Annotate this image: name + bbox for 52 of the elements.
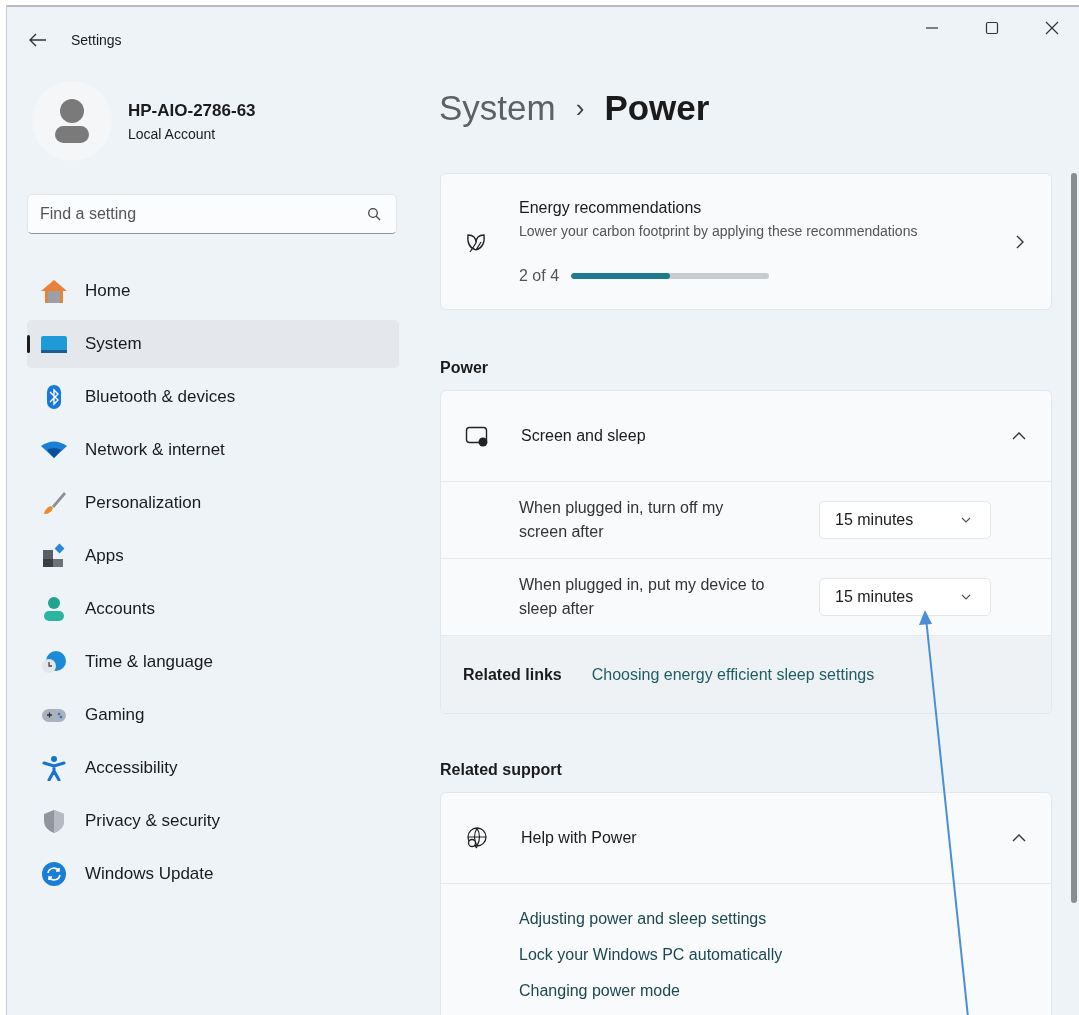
group-header[interactable]: Screen and sleep [441, 391, 1051, 482]
window-title: Settings [71, 32, 122, 48]
dropdown[interactable]: 15 minutes [819, 501, 991, 539]
close-icon[interactable] [1045, 21, 1059, 35]
help-link[interactable]: Lock your Windows PC automatically [519, 946, 1051, 964]
account-name: HP-AIO-2786-63 [128, 100, 256, 121]
breadcrumb-parent[interactable]: System [439, 88, 556, 128]
sidebar-item[interactable]: Windows Update [27, 850, 399, 898]
update-icon [39, 861, 69, 887]
sidebar-item[interactable]: Time & language [27, 638, 399, 686]
globe-clock-icon [39, 649, 69, 675]
section-heading: Related support [440, 761, 563, 779]
breadcrumb-separator: › [575, 92, 585, 124]
sidebar-item[interactable]: Bluetooth & devices [27, 373, 399, 421]
chevron-up-icon [1011, 833, 1027, 843]
sidebar-item[interactable]: Accessibility [27, 744, 399, 792]
group-header[interactable]: Help with Power [441, 793, 1051, 884]
progress-text: 2 of 4 [519, 266, 560, 285]
house-icon [39, 278, 69, 304]
help-link[interactable]: Changing power mode [519, 982, 1051, 1000]
sidebar-item[interactable]: Privacy & security [27, 797, 399, 845]
search-field[interactable]: Find a setting [27, 194, 397, 234]
avatar-icon [32, 81, 112, 161]
sidebar-item[interactable]: Apps [27, 532, 399, 580]
card-description: Lower your carbon footprint by applying these recommendations [519, 222, 919, 239]
chevron-down-icon [960, 593, 972, 601]
sidebar-item[interactable]: Personalization [27, 479, 399, 527]
chevron-right-icon [1015, 233, 1025, 250]
related-links-label: Related links [463, 665, 562, 684]
card-title: Energy recommendations [519, 198, 703, 217]
chevron-down-icon [960, 516, 972, 524]
sidebar-item[interactable]: Network & internet [27, 426, 399, 474]
sidebar-item[interactable]: Accounts [27, 585, 399, 633]
search-icon [367, 207, 381, 221]
sidebar-item[interactable]: System [27, 320, 399, 368]
related-link[interactable]: Choosing energy efficient sleep settings [591, 665, 875, 684]
page-title: Power [604, 88, 710, 128]
account-type: Local Account [128, 125, 217, 142]
dropdown[interactable]: 15 minutes [819, 578, 991, 616]
screen-moon-icon [465, 425, 489, 447]
maximize-icon[interactable] [985, 21, 999, 35]
selection-indicator [27, 335, 30, 353]
globe-search-icon [465, 826, 489, 850]
sidebar-item[interactable]: Home [27, 267, 399, 315]
back-arrow-icon[interactable] [29, 33, 47, 47]
section-heading: Power [440, 359, 489, 377]
help-link[interactable]: Adjusting power and sleep settings [519, 910, 1051, 928]
sidebar-item[interactable]: Gaming [27, 691, 399, 739]
chevron-up-icon [1011, 431, 1027, 441]
setting-label: When plugged in, turn off my screen after [519, 498, 725, 542]
energy-recommendations-card[interactable]: Energy recommendations Lower your carbon footprint by applying these recommendations 2 of 4 [440, 173, 1052, 310]
setting-label: When plugged in, put my device to sleep after [519, 575, 766, 619]
